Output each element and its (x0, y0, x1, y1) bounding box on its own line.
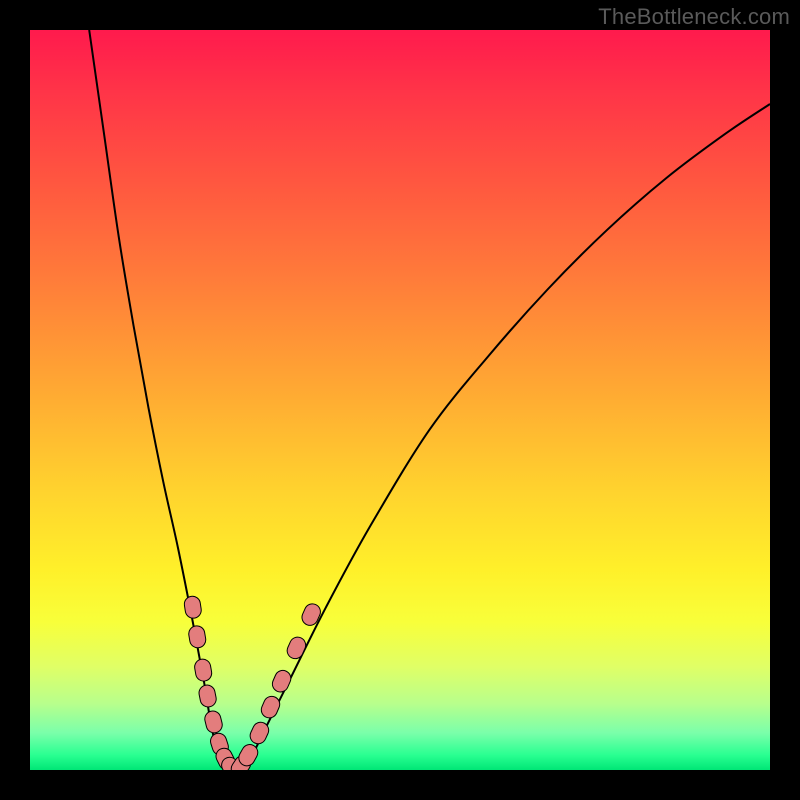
curve-marker (259, 694, 282, 721)
bottleneck-curve (89, 30, 770, 770)
curve-marker (188, 625, 207, 649)
curve-marker (193, 658, 213, 682)
curve-marker (270, 668, 293, 695)
watermark-text: TheBottleneck.com (598, 4, 790, 30)
plot-frame (30, 30, 770, 770)
curve-marker (183, 595, 202, 619)
curve-marker (203, 709, 224, 734)
curve-marker (198, 684, 218, 709)
curve-marker (299, 601, 323, 628)
curve-layer (30, 30, 770, 770)
curve-marker (285, 635, 309, 662)
